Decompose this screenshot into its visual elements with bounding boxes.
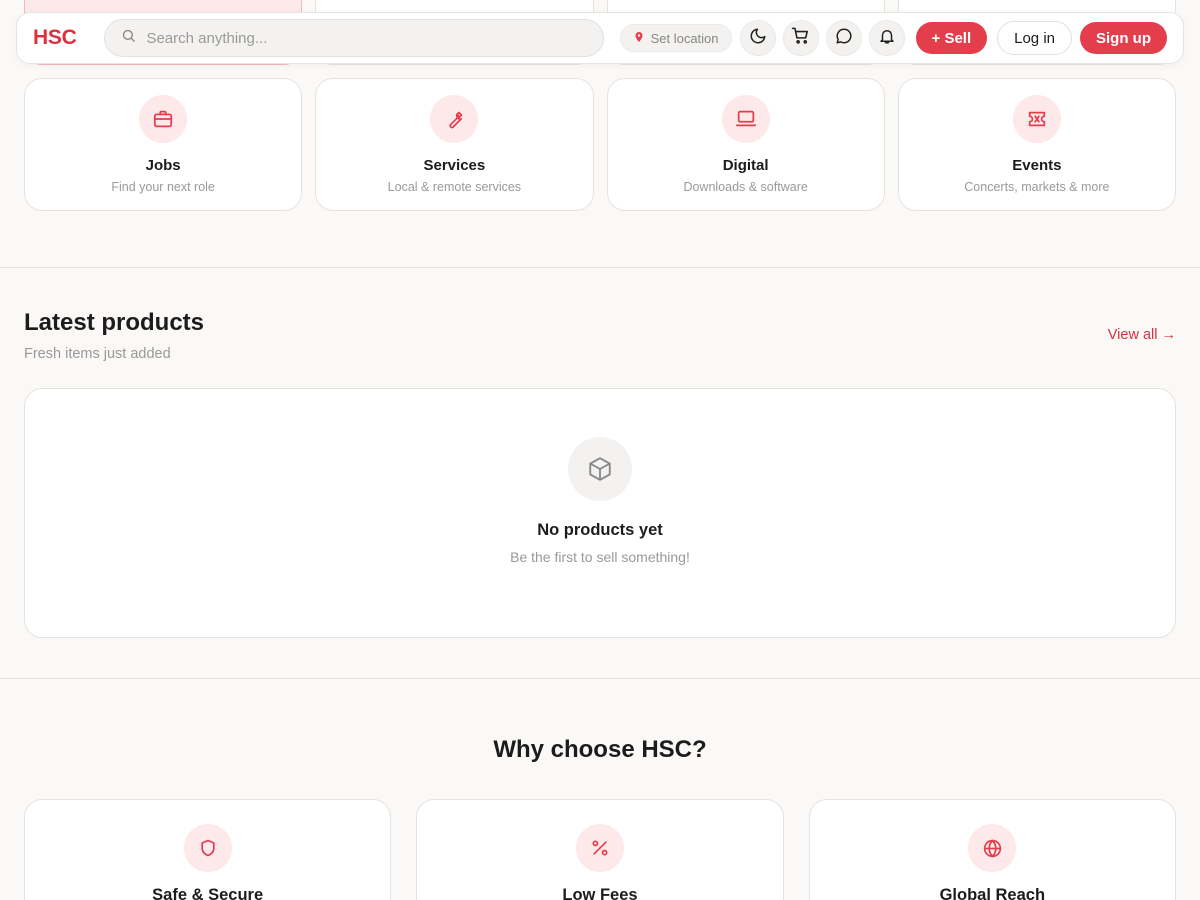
feature-card-fees: Low Fees xyxy=(416,799,784,900)
feature-title: Low Fees xyxy=(562,886,638,900)
feature-title: Safe & Secure xyxy=(152,886,264,900)
category-title: Jobs xyxy=(145,157,181,174)
category-card-services[interactable]: Services Local & remote services xyxy=(315,78,594,211)
category-subtitle: Find your next role xyxy=(111,180,215,194)
features-row: Safe & Secure Low Fees Global Reach xyxy=(24,799,1176,900)
category-card-digital[interactable]: Digital Downloads & software xyxy=(606,78,885,211)
category-card-events[interactable]: Events Concerts, markets & more xyxy=(897,78,1176,211)
ticket-icon xyxy=(1012,95,1061,143)
theme-toggle-button[interactable] xyxy=(739,20,776,56)
section-divider xyxy=(0,267,1200,268)
empty-state-subtitle: Be the first to sell something! xyxy=(510,549,690,565)
percent-icon xyxy=(575,824,624,872)
map-pin-icon xyxy=(633,31,645,46)
wrench-icon xyxy=(430,95,479,143)
globe-icon xyxy=(968,824,1017,872)
briefcase-icon xyxy=(139,95,188,143)
bell-icon xyxy=(878,27,896,50)
cart-button[interactable] xyxy=(782,20,819,56)
feature-title: Global Reach xyxy=(939,886,1046,900)
feature-card-safe: Safe & Secure xyxy=(24,799,392,900)
category-title: Services xyxy=(423,157,486,174)
why-choose-heading: Why choose HSC? xyxy=(493,736,707,763)
chat-bubble-icon xyxy=(835,27,853,50)
feature-card-reach: Global Reach xyxy=(808,799,1176,900)
login-button[interactable]: Log in xyxy=(997,21,1072,55)
category-card-jobs[interactable]: Jobs Find your next role xyxy=(24,78,303,211)
search-bar[interactable] xyxy=(104,19,605,57)
category-subtitle: Concerts, markets & more xyxy=(964,180,1110,194)
cart-icon xyxy=(791,26,810,50)
set-location-button[interactable]: Set location xyxy=(619,24,732,52)
empty-state-title: No products yet xyxy=(537,521,663,539)
messages-button[interactable] xyxy=(825,20,862,56)
search-icon xyxy=(121,28,136,48)
section-divider xyxy=(0,678,1200,679)
latest-products-heading: Latest products xyxy=(24,309,205,336)
box-icon xyxy=(568,437,632,501)
latest-products-subtitle: Fresh items just added xyxy=(24,346,171,362)
notifications-button[interactable] xyxy=(868,20,905,56)
empty-products-state: No products yet Be the first to sell som… xyxy=(24,388,1176,638)
shield-icon xyxy=(183,824,232,872)
top-navbar: HSC Set location + Sell Log in Sign up xyxy=(16,12,1184,64)
laptop-icon xyxy=(721,95,770,143)
logo[interactable]: HSC xyxy=(33,26,77,50)
category-subtitle: Downloads & software xyxy=(683,180,808,194)
category-subtitle: Local & remote services xyxy=(387,180,522,194)
category-row: Jobs Find your next role Services Local … xyxy=(24,78,1176,211)
view-all-link[interactable]: View all → xyxy=(1108,327,1176,343)
category-title: Digital xyxy=(722,157,769,174)
moon-icon xyxy=(749,27,767,50)
location-label: Set location xyxy=(650,30,719,46)
signup-button[interactable]: Sign up xyxy=(1080,22,1167,54)
search-input[interactable] xyxy=(146,29,588,47)
sell-button[interactable]: + Sell xyxy=(915,22,988,54)
category-title: Events xyxy=(1012,157,1062,174)
